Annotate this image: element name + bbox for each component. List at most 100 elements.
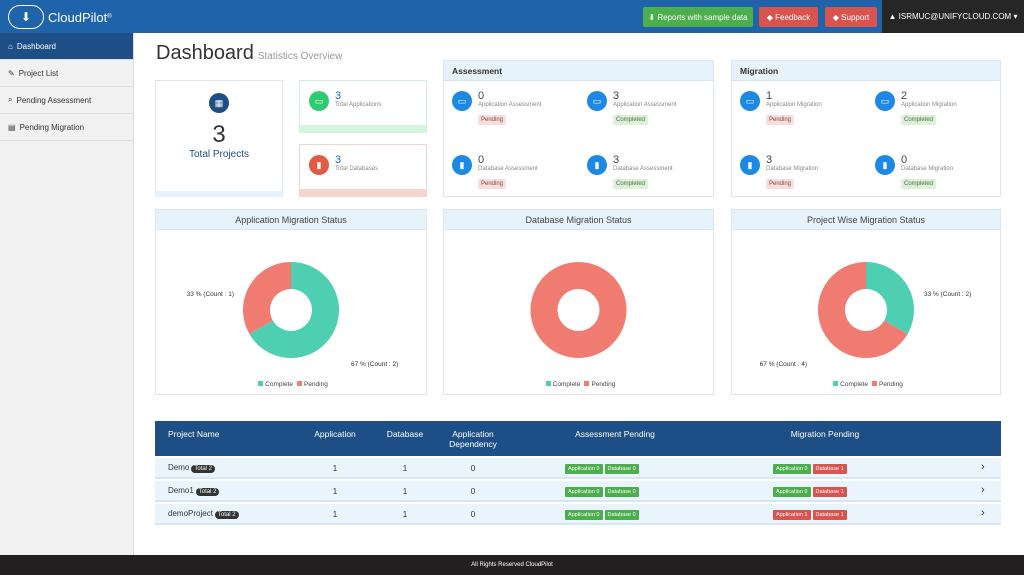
table-row[interactable]: Demo1 Total 2 1 1 0 Application 0 Database…	[155, 481, 1001, 502]
chart-title: Database Migration Status	[444, 210, 713, 230]
legend-label[interactable]: Pending	[879, 381, 903, 388]
legend-swatch	[258, 381, 264, 386]
stat-label: Database Assessment	[613, 166, 673, 172]
project-name[interactable]: demoProject	[168, 509, 213, 518]
sidebar-item-label: Pending Migration	[19, 122, 85, 132]
legend-swatch	[584, 381, 590, 386]
stat-value: 3	[766, 154, 773, 166]
database-icon: ▮	[875, 155, 895, 175]
status-badge: Pending	[766, 115, 795, 125]
legend-label[interactable]: Complete	[553, 381, 581, 388]
status-badge: Pending	[478, 115, 507, 125]
sidebar-item-dashboard[interactable]: ⌂ Dashboard	[0, 33, 133, 60]
sidebar-item-project-list[interactable]: ✎ Project List	[0, 60, 133, 87]
migration-stat[interactable]: ▮ 0 Database Migration Completed	[875, 155, 953, 190]
monitor-icon: ▭	[875, 91, 895, 111]
slice-pending[interactable]	[530, 262, 627, 358]
assessment-db-badge: Database 0	[604, 464, 639, 474]
total-projects-value: 3	[212, 121, 226, 148]
assessment-db-badge: Database 0	[604, 510, 639, 520]
migration-panel: Migration ▭ 1 Application Migration Pending…	[731, 60, 1001, 197]
dependency-count: 0	[470, 464, 476, 473]
support-label: Support	[841, 12, 870, 22]
brand-logo[interactable]: ⬇ CloudPilot ®	[8, 4, 112, 30]
table-header: Project Name Application Database Applic…	[155, 421, 1001, 456]
sidebar-item-pending-assessment[interactable]: ⌕ Pending Assessment	[0, 87, 133, 114]
cloud-icon: ⬇	[8, 5, 44, 29]
migration-app-badge: Application 0	[773, 464, 811, 474]
sidebar-item-pending-migration[interactable]: ▤ Pending Migration	[0, 114, 133, 141]
migration-stat[interactable]: ▭ 1 Application Migration Pending	[740, 91, 822, 126]
caret-down-icon: ▾	[1011, 12, 1018, 21]
chart-legend: Complete Pending	[732, 381, 1000, 388]
download-icon: ⬇	[648, 12, 658, 22]
chevron-right-icon[interactable]: ›	[981, 461, 985, 473]
total-badge: Total 2	[214, 511, 239, 519]
stat-label: Application Assessment	[478, 102, 542, 108]
total-applications-card[interactable]: ▭ 3 Total Applications	[299, 80, 427, 133]
chevron-right-icon[interactable]: ›	[981, 484, 985, 496]
migration-db-badge: Database 1	[812, 510, 847, 520]
stat-label: Application Migration	[766, 102, 822, 108]
legend-label[interactable]: Pending	[304, 381, 328, 388]
reports-button[interactable]: ⬇ Reports with sample data	[643, 7, 753, 27]
brand-name: CloudPilot	[48, 9, 108, 25]
total-projects-card[interactable]: ▦ 3 Total Projects	[155, 80, 283, 197]
application-count: 1	[332, 510, 338, 519]
total-applications-label: Total Applications	[335, 102, 382, 108]
assessment-stat[interactable]: ▭ 0 Application Assessment Pending	[452, 91, 541, 126]
stat-value: 0	[478, 90, 485, 102]
slice-label: 33 % (Count : 2)	[924, 291, 971, 298]
assessment-stat[interactable]: ▭ 3 Application Assessment Completed	[587, 91, 676, 126]
legend-label[interactable]: Pending	[591, 381, 615, 388]
search-icon: ⌕	[8, 95, 13, 104]
dependency-count: 0	[470, 487, 476, 496]
support-button[interactable]: ◆ Support	[825, 7, 877, 27]
status-badge: Pending	[478, 179, 507, 189]
migration-stat[interactable]: ▭ 2 Application Migration Completed	[875, 91, 957, 126]
donut-chart: 33 % (Count : 2) 67 % (Count : 4)	[760, 262, 971, 368]
chart-project-migration: Project Wise Migration Status 33 % (Count…	[731, 209, 1001, 395]
col-application: Application	[314, 429, 356, 439]
database-count: 1	[402, 487, 408, 496]
total-databases-card[interactable]: ▮ 3 Total Databases	[299, 144, 427, 197]
assessment-stat[interactable]: ▮ 0 Database Assessment Pending	[452, 155, 538, 190]
database-icon: ▮	[740, 155, 760, 175]
migration-app-badge: Application 0	[773, 487, 811, 497]
monitor-icon: ▭	[587, 91, 607, 111]
sidebar-item-label: Dashboard	[16, 41, 56, 51]
page-title-text: Dashboard	[156, 42, 254, 64]
project-name[interactable]: Demo	[168, 463, 189, 472]
total-badge: Total 2	[191, 465, 216, 473]
table-row[interactable]: Demo Total 2 1 1 0 Application 0 Database …	[155, 458, 1001, 479]
table-row[interactable]: demoProject Total 2 1 1 0 Application 0 Da…	[155, 504, 1001, 525]
legend-label[interactable]: Complete	[265, 381, 293, 388]
slice-complete[interactable]	[866, 262, 914, 334]
legend-label[interactable]: Complete	[840, 381, 868, 388]
project-name[interactable]: Demo1	[168, 486, 194, 495]
dashboard-icon: ⌂	[8, 41, 13, 51]
assessment-app-badge: Application 0	[565, 487, 603, 497]
support-icon: ◆	[832, 12, 842, 22]
stat-value: 3	[613, 90, 620, 102]
col-migration-pending: Migration Pending	[790, 429, 860, 439]
database-count: 1	[402, 510, 408, 519]
user-email: ISRMUC@UNIFYCLOUD.COM	[898, 12, 1012, 21]
slice-label: 67 % (Count : 2)	[351, 361, 398, 368]
monitor-icon: ▭	[452, 91, 472, 111]
total-databases-value: 3	[335, 154, 342, 166]
assessment-stat[interactable]: ▮ 3 Database Assessment Completed	[587, 155, 673, 190]
migration-stat[interactable]: ▮ 3 Database Migration Pending	[740, 155, 818, 190]
stat-label: Database Assessment	[478, 166, 538, 172]
chevron-right-icon[interactable]: ›	[981, 507, 985, 519]
chart-legend: Complete Pending	[444, 381, 713, 388]
slice-pending[interactable]	[243, 262, 291, 334]
user-menu[interactable]: ▲ ISRMUC@UNIFYCLOUD.COM ▾	[882, 0, 1024, 33]
assessment-title: Assessment	[444, 61, 713, 81]
status-badge: Completed	[613, 115, 649, 125]
slice-label: 67 % (Count : 4)	[760, 361, 807, 368]
chart-legend: Complete Pending	[156, 381, 426, 388]
feedback-button[interactable]: ◆ Feedback	[759, 7, 818, 27]
migration-db-badge: Database 1	[812, 487, 847, 497]
page-title: Dashboard Statistics Overview	[156, 42, 342, 65]
